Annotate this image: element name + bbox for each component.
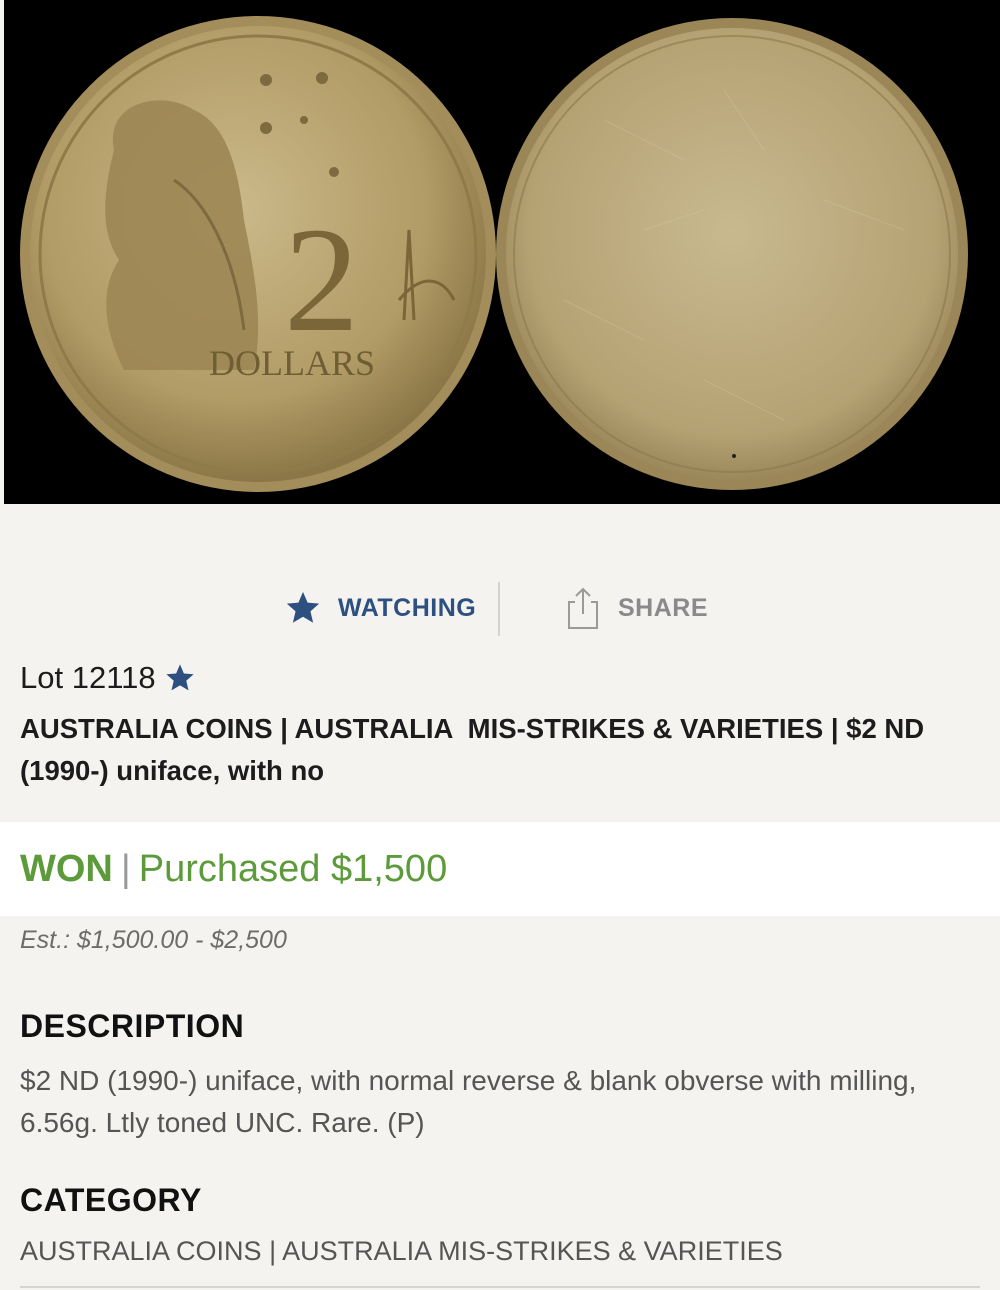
share-label: SHARE xyxy=(618,593,709,622)
result-bar: WON | Purchased $1,500 xyxy=(0,822,1000,916)
category-heading: CATEGORY xyxy=(20,1182,202,1218)
coin-photo: 2 DOLLARS xyxy=(4,0,1000,504)
watched-star-icon[interactable] xyxy=(164,662,196,694)
purchase-price: Purchased $1,500 xyxy=(138,847,448,890)
share-button[interactable]: SHARE xyxy=(566,578,708,638)
description-heading: DESCRIPTION xyxy=(20,1008,245,1044)
lot-actions: WATCHING SHARE xyxy=(0,578,1000,638)
watching-label: WATCHING xyxy=(338,593,477,622)
coin-reverse: 2 DOLLARS xyxy=(20,16,496,492)
action-divider xyxy=(498,582,500,636)
denomination-text: 2 xyxy=(284,197,359,363)
share-icon xyxy=(568,587,598,629)
result-separator: | xyxy=(120,847,131,890)
category-text[interactable]: AUSTRALIA COINS | AUSTRALIA MIS-STRIKES … xyxy=(20,1236,783,1267)
lot-title: AUSTRALIA COINS | AUSTRALIA MIS-STRIKES … xyxy=(20,713,932,786)
watching-button[interactable]: WATCHING xyxy=(284,578,476,638)
lot-image[interactable]: 2 DOLLARS xyxy=(4,0,1000,504)
coin-blank-obverse xyxy=(496,18,968,490)
lot-number-label: Lot 12118 xyxy=(20,660,156,695)
star-icon xyxy=(286,591,320,623)
lot-number: Lot 12118 xyxy=(20,660,196,696)
description-text: $2 ND (1990-) uniface, with normal rever… xyxy=(20,1065,917,1138)
coin-legend-text: DOLLARS xyxy=(209,343,375,383)
section-divider xyxy=(20,1286,980,1288)
won-status: WON xyxy=(20,847,113,890)
estimate: Est.: $1,500.00 - $2,500 xyxy=(20,926,287,954)
